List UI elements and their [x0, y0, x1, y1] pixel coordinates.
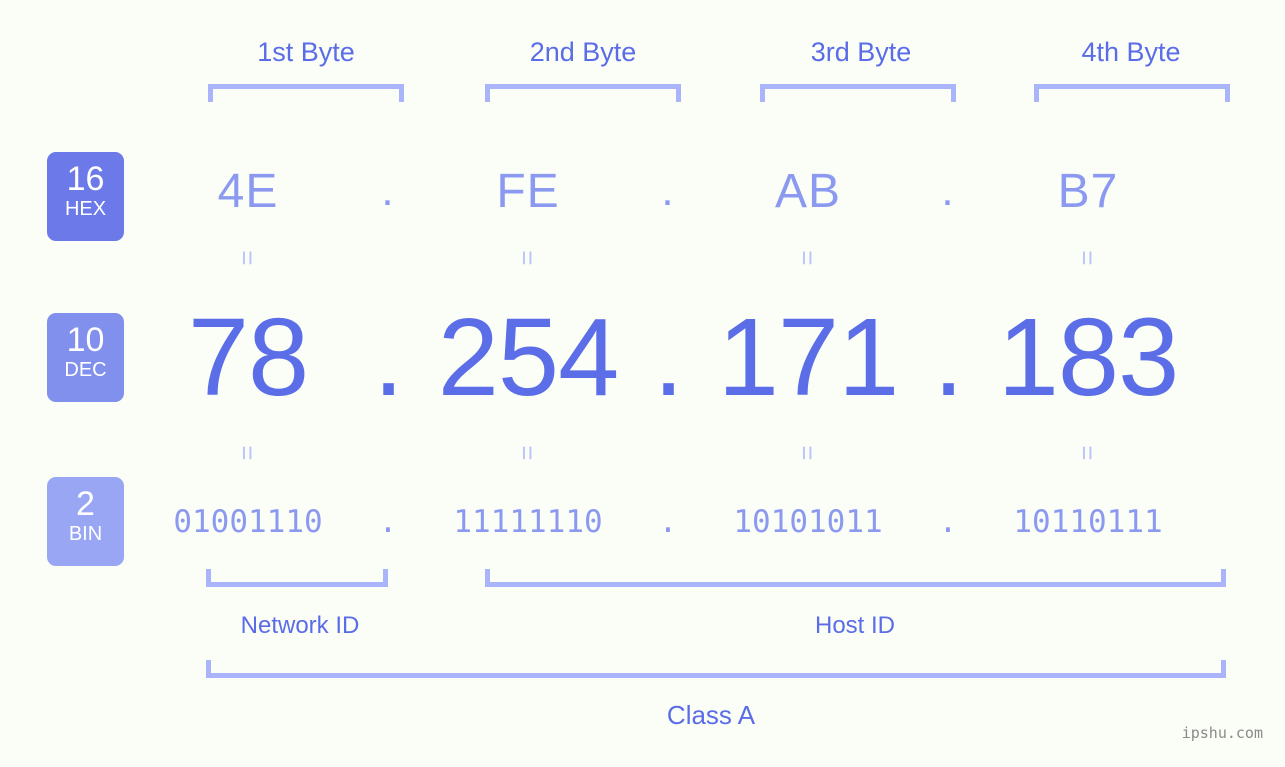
badge-dec-system: DEC [64, 359, 107, 381]
badge-hex: 16 HEX [47, 152, 124, 241]
dec-octet-3: 171 [717, 295, 900, 419]
hex-separator-2: . [661, 166, 675, 215]
byte-bracket-4 [1034, 84, 1230, 102]
badge-hex-base: 16 [66, 160, 105, 198]
equality-marks-hex-dec: = = = = [140, 245, 1260, 272]
badge-hex-system: HEX [64, 198, 107, 220]
dec-octet-4: 183 [997, 295, 1180, 419]
equals-icon: = [1073, 445, 1103, 461]
host-id-bracket [485, 569, 1226, 587]
badge-bin-system: BIN [68, 523, 103, 545]
equals-icon: = [233, 445, 263, 461]
byte-header-1: 1st Byte [257, 37, 355, 67]
equals-icon: = [513, 445, 543, 461]
network-id-bracket [206, 569, 388, 587]
hex-separator-1: . [381, 166, 395, 215]
watermark: ipshu.com [1181, 724, 1263, 742]
bin-octet-3: 10101011 [733, 504, 883, 540]
byte-header-2: 2nd Byte [529, 37, 637, 67]
equals-icon: = [793, 445, 823, 461]
bin-row: 01001110 . 11111110 . 10101011 . 1011011… [140, 490, 1260, 554]
hex-row: 4E . FE . AB . B7 [140, 152, 1260, 230]
byte-header-3: 3rd Byte [810, 37, 912, 67]
bin-separator-1: . [378, 504, 398, 540]
equals-icon: = [513, 250, 543, 266]
hex-octet-3: AB [774, 164, 842, 218]
hex-octet-4: B7 [1057, 164, 1119, 218]
badge-dec: 10 DEC [47, 313, 124, 402]
bin-octet-2: 11111110 [453, 504, 603, 540]
network-id-label: Network ID [240, 612, 360, 639]
hex-octet-1: 4E [217, 164, 279, 218]
bin-octet-1: 01001110 [173, 504, 323, 540]
ip-address-diagram: 1st Byte 2nd Byte 3rd Byte 4th Byte 16 H… [0, 0, 1285, 767]
hex-separator-3: . [941, 166, 955, 215]
badge-bin-base: 2 [76, 485, 95, 523]
byte-header-4: 4th Byte [1081, 37, 1181, 67]
badge-dec-base: 10 [66, 321, 105, 359]
equals-icon: = [233, 250, 263, 266]
dec-octet-2: 254 [437, 295, 620, 419]
badge-bin: 2 BIN [47, 477, 124, 566]
host-id-label: Host ID [814, 612, 895, 639]
class-bracket [206, 660, 1226, 678]
equality-marks-dec-bin: = = = = [140, 440, 1260, 467]
dec-separator-2: . [653, 295, 684, 419]
dec-row: 78 . 254 . 171 . 183 [140, 292, 1260, 422]
bin-octet-4: 10110111 [1013, 504, 1163, 540]
equals-icon: = [1073, 250, 1103, 266]
byte-bracket-2 [485, 84, 681, 102]
dec-octet-1: 78 [187, 295, 309, 419]
hex-octet-2: FE [496, 164, 560, 218]
byte-bracket-1 [208, 84, 404, 102]
bin-separator-3: . [938, 504, 958, 540]
class-label: Class A [666, 700, 756, 730]
dec-separator-3: . [933, 295, 964, 419]
dec-separator-1: . [373, 295, 404, 419]
equals-icon: = [793, 250, 823, 266]
byte-bracket-3 [760, 84, 956, 102]
bin-separator-2: . [658, 504, 678, 540]
